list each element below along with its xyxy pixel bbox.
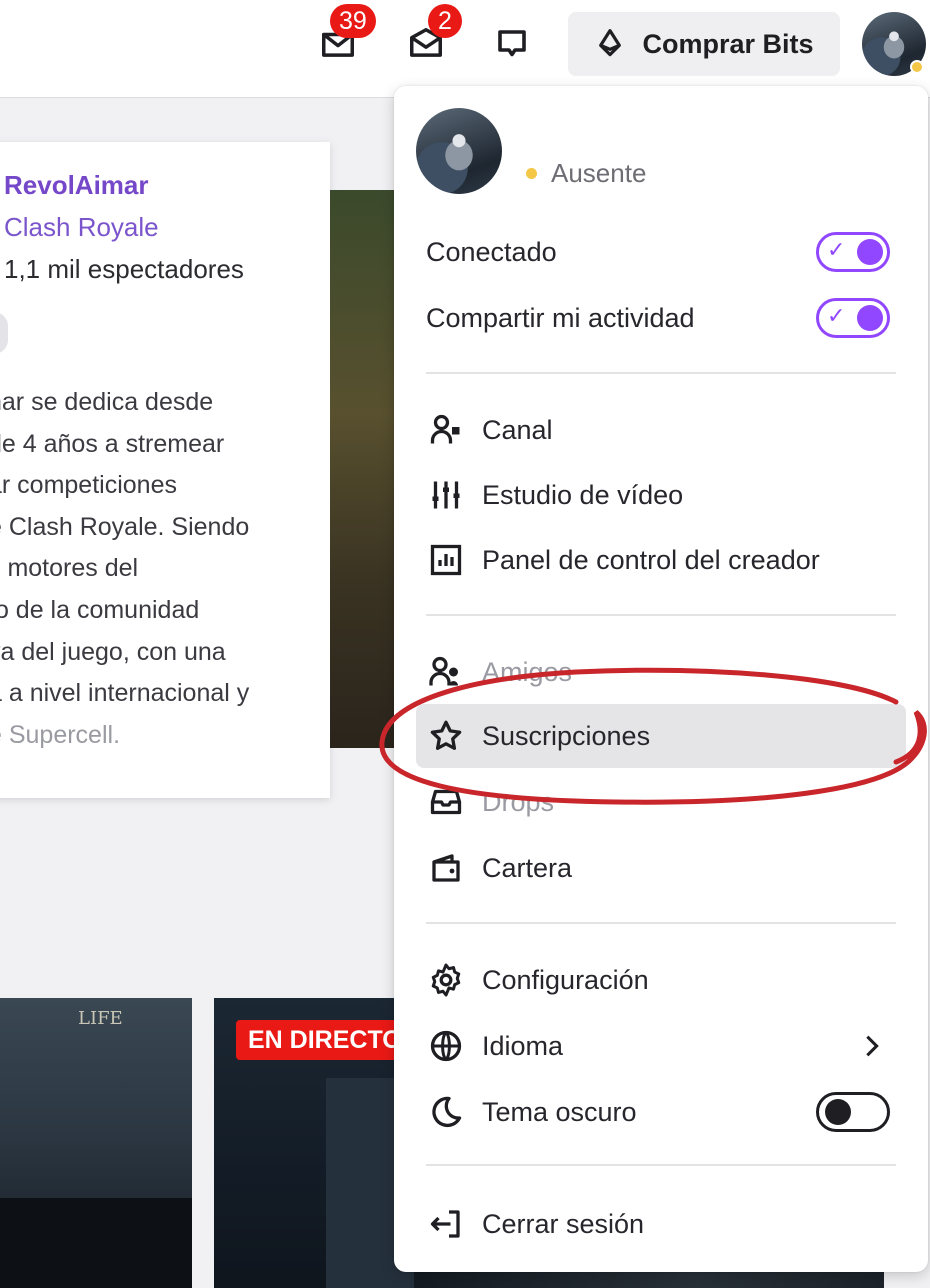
menu-item-label: Drops	[482, 786, 555, 817]
tag-pill[interactable]	[0, 312, 8, 354]
menu-item-channel[interactable]: Canal	[416, 398, 906, 462]
description-line: s motores del	[0, 554, 139, 583]
description-line: to de la comunidad	[0, 595, 200, 624]
description-line: e Clash Royale. Siendo	[0, 512, 250, 541]
menu-item-label: Configuración	[482, 964, 649, 995]
thumbnail-scenery	[0, 1198, 192, 1288]
online-toggle-label: Conectado	[426, 236, 557, 267]
description-line: e Supercell.	[0, 720, 121, 749]
stream-thumbnail[interactable]: LIFE	[0, 998, 192, 1288]
friends-icon	[426, 652, 466, 692]
dashboard-icon	[426, 540, 466, 580]
chevron-right-icon	[866, 1035, 879, 1057]
top-navigation-bar: 39 2 Comprar Bits	[0, 0, 930, 98]
menu-item-wallet[interactable]: Cartera	[416, 836, 906, 900]
menu-divider	[426, 372, 896, 374]
star-icon	[426, 716, 466, 756]
share-activity-label: Compartir mi actividad	[426, 302, 695, 333]
share-activity-toggle[interactable]: ✓	[816, 298, 890, 338]
menu-item-friends[interactable]: Amigos	[416, 640, 906, 704]
menu-item-drops[interactable]: Drops	[416, 770, 906, 834]
stream-preview-thumbnail[interactable]	[330, 190, 402, 748]
viewer-count: 1,1 mil espectadores	[4, 254, 244, 284]
share-activity-toggle-row[interactable]: Compartir mi actividad ✓	[416, 286, 906, 350]
menu-item-logout[interactable]: Cerrar sesión	[416, 1192, 906, 1256]
status-label: Ausente	[551, 158, 647, 188]
menu-item-label: Idioma	[482, 1030, 564, 1061]
menu-item-label: Canal	[482, 414, 553, 445]
away-status-dot	[526, 168, 537, 179]
description-line: a a nivel internacional y	[0, 679, 250, 708]
toggle-knob	[857, 305, 883, 331]
menu-divider	[426, 922, 896, 924]
menu-divider	[426, 614, 896, 616]
toggle-knob	[825, 1099, 851, 1125]
dark-theme-toggle[interactable]	[816, 1092, 890, 1132]
globe-icon	[426, 1026, 466, 1066]
online-toggle[interactable]: ✓	[816, 232, 890, 272]
channel-icon	[426, 410, 466, 450]
menu-item-language[interactable]: Idioma	[416, 1014, 906, 1078]
moon-icon	[426, 1092, 466, 1132]
check-icon: ✓	[827, 303, 846, 328]
channel-name-link[interactable]: RevolAimar	[4, 170, 149, 201]
channel-preview-card: RevolAimar Clash Royale 1,1 mil espectad…	[0, 142, 330, 798]
buy-bits-label: Comprar Bits	[642, 28, 814, 59]
menu-item-subscriptions[interactable]: Suscripciones	[416, 704, 906, 768]
bits-icon	[599, 29, 622, 57]
video-studio-icon	[426, 475, 466, 515]
whispers-button[interactable]	[490, 22, 534, 66]
menu-item-creator-dashboard[interactable]: Panel de control del creador	[416, 528, 906, 592]
menu-item-video-studio[interactable]: Estudio de vídeo	[416, 463, 906, 527]
live-badge: EN DIRECTO	[236, 1020, 414, 1060]
logout-icon	[426, 1204, 466, 1244]
presence-status: Ausente	[526, 158, 646, 189]
wallet-icon	[426, 848, 466, 888]
menu-item-label: Amigos	[482, 656, 573, 687]
user-menu-dropdown: Ausente Conectado ✓ Compartir mi activid…	[394, 86, 928, 1272]
toggle-knob	[857, 239, 883, 265]
menu-item-dark-theme[interactable]: Tema oscuro	[416, 1080, 906, 1144]
game-link[interactable]: Clash Royale	[4, 212, 159, 243]
menu-divider	[426, 1164, 896, 1166]
buy-bits-button[interactable]: Comprar Bits	[568, 12, 840, 76]
menu-item-label: Cartera	[482, 852, 573, 883]
menu-item-label: Cerrar sesión	[482, 1208, 645, 1239]
thumbnail-logo: LIFE	[78, 1008, 123, 1029]
drops-icon	[426, 782, 466, 822]
notifications-count-badge: 39	[330, 4, 376, 38]
inbox-count-badge: 2	[428, 4, 462, 38]
menu-item-label: Tema oscuro	[482, 1096, 637, 1127]
menu-avatar	[416, 108, 502, 194]
menu-item-label: Estudio de vídeo	[482, 479, 684, 510]
description-line: va del juego, con una	[0, 637, 226, 666]
description-line: ar competiciones	[0, 471, 177, 500]
description-line: de 4 años a stremear	[0, 429, 225, 458]
online-toggle-row[interactable]: Conectado ✓	[416, 220, 906, 284]
presence-dot	[910, 60, 924, 74]
menu-item-label: Suscripciones	[482, 720, 651, 751]
check-icon: ✓	[827, 237, 846, 262]
menu-item-settings[interactable]: Configuración	[416, 948, 906, 1012]
channel-description: nar se dedica desde de 4 años a stremear…	[0, 382, 328, 756]
description-line: nar se dedica desde	[0, 388, 214, 416]
whispers-icon	[498, 30, 526, 57]
gear-icon	[426, 960, 466, 1000]
menu-item-label: Panel de control del creador	[482, 544, 820, 575]
stream-thumbnail[interactable]: EN DIRECTO	[214, 998, 414, 1288]
